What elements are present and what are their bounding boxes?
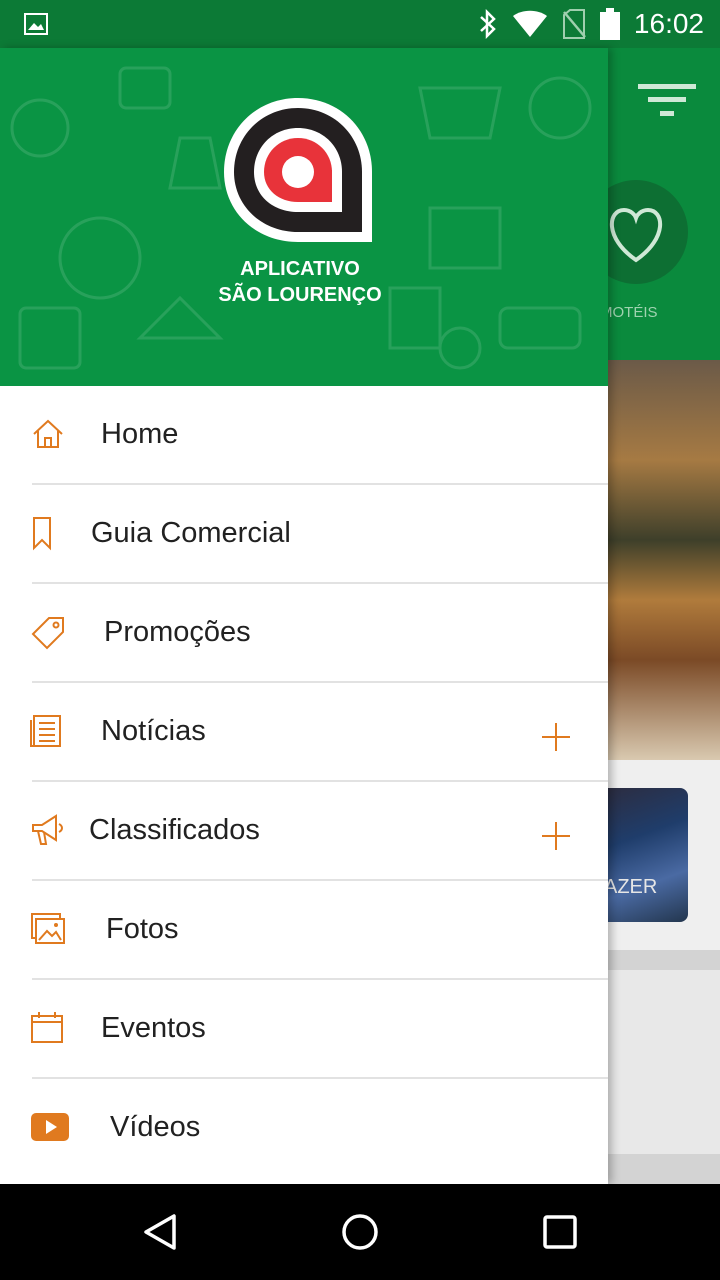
category-motels-label: MOTÉIS [600, 304, 658, 321]
home-button-icon[interactable] [340, 1212, 380, 1252]
menu-item-fotos[interactable]: Fotos [0, 881, 608, 980]
calendar-icon [31, 1012, 63, 1043]
leisure-card-label: AZER [604, 876, 658, 898]
back-icon[interactable] [140, 1212, 180, 1252]
app-logo [224, 98, 372, 242]
menu-item-videos[interactable]: Vídeos [0, 1079, 608, 1178]
bluetooth-icon [480, 9, 496, 39]
menu-item-label: Eventos [101, 1012, 206, 1044]
megaphone-icon [32, 814, 63, 845]
menu-item-home[interactable]: Home [0, 386, 608, 485]
status-bar: 16:02 [0, 0, 720, 48]
newspaper-icon [30, 715, 61, 747]
menu-item-noticias[interactable]: Notícias [0, 683, 608, 782]
home-icon [33, 419, 63, 448]
menu-item-label: Promoções [104, 616, 251, 648]
menu-item-guia-comercial[interactable]: Guia Comercial [0, 485, 608, 584]
battery-icon [599, 8, 620, 40]
photos-icon [31, 913, 65, 944]
brand-name-line1: APLICATIVO [240, 258, 360, 280]
menu-item-classificados[interactable]: Classificados [0, 782, 608, 881]
expand-plus-icon[interactable] [540, 721, 572, 753]
wifi-icon [512, 10, 547, 37]
bookmark-icon [33, 517, 51, 551]
menu-item-label: Vídeos [110, 1111, 201, 1143]
menu-item-label: Fotos [106, 913, 179, 945]
menu-item-eventos[interactable]: Eventos [0, 980, 608, 1079]
menu-item-label: Classificados [89, 814, 260, 846]
image-icon [24, 13, 48, 35]
filter-icon[interactable] [638, 84, 698, 124]
menu-item-label: Home [101, 418, 179, 450]
recents-icon[interactable] [540, 1212, 580, 1252]
brand-name-line2: SÃO LOURENÇO [218, 284, 382, 306]
menu-item-promocoes[interactable]: Promoções [0, 584, 608, 683]
no-sim-icon [562, 9, 586, 39]
navigation-drawer: APLICATIVO SÃO LOURENÇO Home Guia Comerc… [0, 48, 608, 1184]
drawer-menu: Home Guia Comercial Promoções Notícias C… [0, 386, 608, 1178]
drawer-header: APLICATIVO SÃO LOURENÇO [0, 48, 608, 386]
menu-item-label: Guia Comercial [91, 517, 291, 549]
clock: 16:02 [633, 8, 704, 39]
tag-icon [31, 617, 64, 650]
expand-plus-icon[interactable] [540, 820, 572, 852]
system-navigation-bar [0, 1184, 720, 1280]
menu-item-label: Notícias [101, 715, 206, 747]
video-icon [31, 1113, 69, 1141]
